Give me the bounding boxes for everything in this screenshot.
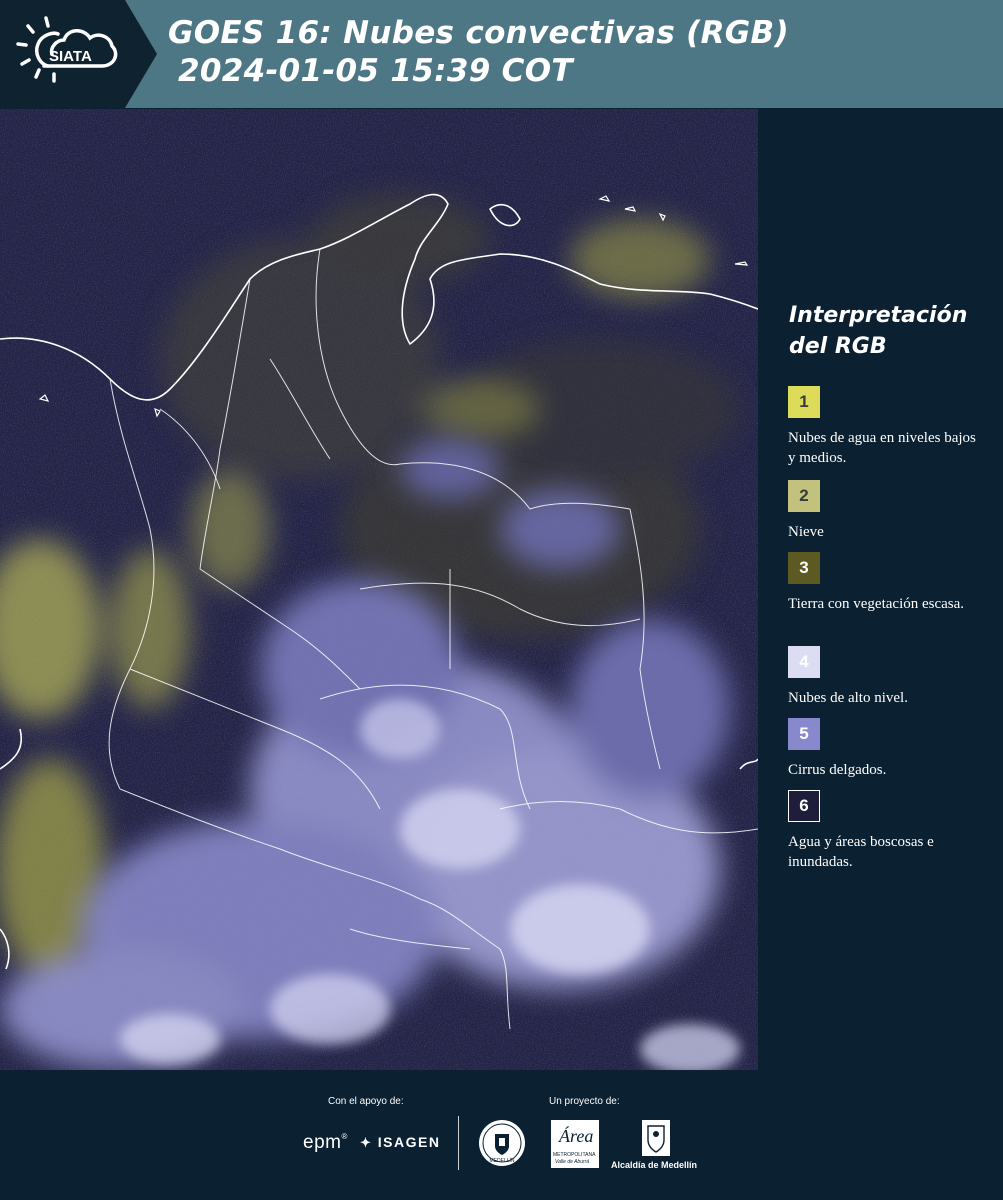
legend-label: Nubes de agua en niveles bajos y medios.	[788, 430, 976, 466]
project-label: Un proyecto de:	[549, 1096, 620, 1107]
title-timestamp: 2024-01-05 15:39 COT	[178, 53, 573, 89]
legend-swatch: 4	[788, 646, 820, 678]
support-label: Con el apoyo de:	[328, 1096, 404, 1107]
title-product: GOES 16: Nubes convectivas (RGB)	[168, 15, 789, 51]
legend-label: Agua y áreas boscosas e inundadas.	[788, 834, 934, 870]
epm-logo: epm®	[303, 1132, 348, 1153]
legend-item-1: 1 Nubes de agua en niveles bajos y medio…	[788, 386, 988, 468]
legend-label: Tierra con vegetación escasa.	[788, 596, 965, 612]
satellite-map[interactable]	[0, 109, 758, 1070]
legend-swatch: 2	[788, 480, 820, 512]
legend-item-2: 2 Nieve	[788, 480, 988, 542]
epm-logo-text: epm	[303, 1132, 342, 1153]
legend-label: Nubes de alto nivel.	[788, 690, 908, 706]
siata-logo: SIATA	[0, 0, 157, 108]
legend-item-3: 3 Tierra con vegetación escasa.	[788, 552, 988, 614]
legend-swatch: 3	[788, 552, 820, 584]
legend-item-4: 4 Nubes de alto nivel.	[788, 646, 988, 708]
medellin-seal-icon: MEDELLÍN	[479, 1120, 525, 1166]
footer-divider	[458, 1116, 459, 1170]
area-subcaption: Valle de Aburrá	[555, 1159, 590, 1165]
legend-swatch: 5	[788, 718, 820, 750]
logo-text: SIATA	[49, 48, 92, 65]
isagen-logo: ✦ ISAGEN	[360, 1134, 440, 1151]
footer: Con el apoyo de: Un proyecto de: epm® ✦ …	[0, 1070, 1003, 1200]
legend-item-6: 6 Agua y áreas boscosas e inundadas.	[788, 790, 988, 872]
legend-title-line2: del RGB	[789, 334, 887, 359]
seal-caption: MEDELLÍN	[489, 1157, 514, 1164]
isagen-logo-text: ISAGEN	[377, 1134, 441, 1150]
legend-swatch: 1	[788, 386, 820, 418]
legend-title-line1: Interpretación	[789, 303, 968, 328]
header-bar: SIATA GOES 16: Nubes convectivas (RGB) 2…	[0, 0, 1003, 108]
area-logo-text: Área	[559, 1126, 594, 1146]
alcaldia-caption: Alcaldía de Medellín	[611, 1160, 698, 1170]
legend-swatch: 6	[788, 790, 820, 822]
alcaldia-shield-icon	[642, 1120, 670, 1156]
legend-item-5: 5 Cirrus delgados.	[788, 718, 988, 780]
satellite-image	[0, 109, 758, 1070]
legend-label: Nieve	[788, 524, 824, 540]
legend-title: Interpretación del RGB	[789, 300, 967, 362]
area-caption: METROPOLITANA	[553, 1152, 596, 1158]
area-metropolitana-logo: Área METROPOLITANA Valle de Aburrá	[551, 1120, 599, 1168]
legend-label: Cirrus delgados.	[788, 762, 887, 778]
page-title: GOES 16: Nubes convectivas (RGB) 2024-01…	[168, 14, 789, 90]
isagen-mark-icon: ✦	[360, 1135, 373, 1150]
sun-cloud-icon: SIATA	[16, 16, 118, 83]
